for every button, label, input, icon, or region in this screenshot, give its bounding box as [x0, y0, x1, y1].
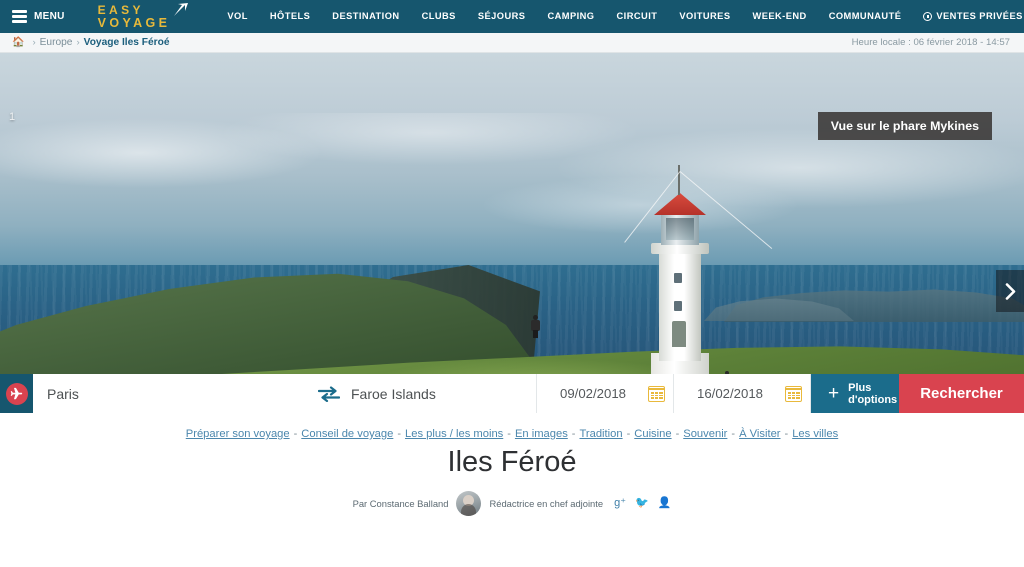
- calendar-icon[interactable]: [648, 385, 666, 402]
- swap-origin-destination-button[interactable]: [311, 374, 347, 413]
- search-depart-date-field[interactable]: 09/02/2018: [537, 374, 674, 413]
- section-link-conseil-de-voyage[interactable]: Conseil de voyage: [301, 428, 393, 440]
- link-separator: -: [293, 428, 298, 440]
- logo-line-1: EASY: [97, 2, 144, 17]
- section-link-preparer-son-voyage[interactable]: Préparer son voyage: [186, 428, 290, 440]
- google-plus-icon[interactable]: g⁺: [614, 498, 626, 509]
- search-return-date-field[interactable]: 16/02/2018: [674, 374, 811, 413]
- link-separator: -: [397, 428, 402, 440]
- link-separator: -: [784, 428, 789, 440]
- search-destination-field[interactable]: Faroe Islands: [347, 374, 537, 413]
- breadcrumb-separator: ›: [76, 37, 80, 48]
- section-link-souvenir[interactable]: Souvenir: [683, 428, 727, 440]
- link-separator: -: [675, 428, 680, 440]
- lighthouse-window: [674, 301, 682, 311]
- section-links: Préparer son voyage - Conseil de voyage - Le…: [0, 424, 1024, 442]
- nav-item-ventes-privees-label: VENTES PRIVÉES: [936, 11, 1023, 21]
- nav-item-ventes-privees[interactable]: VENTES PRIVÉES: [912, 0, 1024, 33]
- nav-item-voitures[interactable]: VOITURES: [668, 0, 741, 33]
- plane-icon: [5, 382, 28, 405]
- social-share-group: g⁺ 🐦 👤: [614, 498, 671, 509]
- menu-button-label: MENU: [34, 11, 65, 22]
- section-link-a-visiter[interactable]: À Visiter: [739, 428, 780, 440]
- top-navigation-bar: MENU EASY VOYAGE VOL HÔTELS DESTINATION …: [0, 0, 1024, 33]
- twitter-icon[interactable]: 🐦: [635, 498, 649, 509]
- search-depart-date-value: 09/02/2018: [560, 386, 627, 401]
- link-separator: -: [507, 428, 511, 440]
- nav-item-hotels[interactable]: HÔTELS: [259, 0, 321, 33]
- breadcrumb-item-current[interactable]: Voyage Iles Féroé: [84, 37, 170, 48]
- nav-item-communaute[interactable]: COMMUNAUTÉ: [818, 0, 913, 33]
- search-origin-value: Paris: [47, 385, 79, 402]
- menu-button[interactable]: MENU: [0, 0, 75, 33]
- page-title: Iles Féroé: [447, 446, 577, 478]
- hero-image-slider: 1 Vue sur le phare Mykines © Andrea Rico…: [0, 53, 1024, 413]
- lighthouse-lamp-room: [661, 213, 699, 245]
- hero-caption: Vue sur le phare Mykines: [817, 112, 992, 140]
- author-name: Par Constance Balland: [352, 498, 449, 509]
- search-bar: Paris Faroe Islands 09/02/2018 16/02/201…: [0, 374, 1024, 413]
- nav-item-destination[interactable]: DESTINATION: [321, 0, 410, 33]
- search-submit-button[interactable]: Rechercher: [899, 374, 1024, 413]
- section-link-en-images[interactable]: En images: [515, 428, 568, 440]
- link-separator: -: [571, 428, 576, 440]
- link-separator: -: [731, 428, 736, 440]
- nav-item-clubs[interactable]: CLUBS: [411, 0, 467, 33]
- profile-icon[interactable]: 👤: [658, 498, 672, 509]
- search-bar-plane-badge: [0, 374, 33, 413]
- author-role: Rédactrice en chef adjointe: [489, 498, 604, 509]
- link-separator: -: [626, 428, 631, 440]
- author-avatar: [456, 491, 482, 516]
- lighthouse-mast: [678, 165, 680, 195]
- section-link-cuisine[interactable]: Cuisine: [634, 428, 671, 440]
- nav-item-camping[interactable]: CAMPING: [536, 0, 605, 33]
- breadcrumb: 🏠 › Europe › Voyage Iles Féroé Heure loc…: [0, 33, 1024, 53]
- easyvoyage-logo[interactable]: EASY VOYAGE: [97, 2, 189, 32]
- home-icon[interactable]: 🏠: [12, 37, 24, 48]
- breadcrumb-separator: ›: [32, 37, 36, 48]
- hamburger-icon: [12, 10, 27, 23]
- section-link-les-plus-les-moins[interactable]: Les plus / les moins: [405, 428, 503, 440]
- main-navigation-links: VOL HÔTELS DESTINATION CLUBS SÉJOURS CAM…: [216, 0, 1024, 33]
- more-options-button[interactable]: + Plus d'options: [811, 374, 899, 413]
- plus-icon: +: [828, 383, 840, 404]
- hero-next-slide-button[interactable]: [996, 270, 1024, 312]
- chevron-right-icon: [1005, 282, 1015, 300]
- lighthouse-door: [672, 321, 686, 347]
- nav-item-vol[interactable]: VOL: [216, 0, 258, 33]
- logo-line-2: VOYAGE: [97, 15, 171, 30]
- search-destination-value: Faroe Islands: [351, 385, 436, 402]
- search-origin-field[interactable]: Paris: [33, 374, 311, 413]
- nav-item-week-end[interactable]: WEEK-END: [741, 0, 817, 33]
- hero-slide-counter: 1: [9, 111, 16, 123]
- article-byline: Par Constance Balland Rédactrice en chef…: [0, 491, 1024, 516]
- swap-arrows-icon: [318, 385, 340, 402]
- lighthouse-window: [674, 273, 682, 283]
- section-link-tradition[interactable]: Tradition: [579, 428, 622, 440]
- local-time-text: Heure locale : 06 février 2018 - 14:57: [851, 37, 1010, 48]
- page-content: EN BREF Préparer son voyage-Conseil de v…: [0, 413, 1024, 567]
- nav-item-circuit[interactable]: CIRCUIT: [606, 0, 669, 33]
- search-return-date-value: 16/02/2018: [697, 386, 764, 401]
- section-link-les-villes[interactable]: Les villes: [792, 428, 838, 440]
- calendar-icon[interactable]: [785, 385, 803, 402]
- clock-icon: [923, 12, 933, 21]
- breadcrumb-item-europe[interactable]: Europe: [40, 37, 73, 48]
- nav-item-sejours[interactable]: SÉJOURS: [467, 0, 537, 33]
- hero-person-standing: [531, 315, 540, 338]
- more-options-label: Plus d'options: [848, 381, 898, 406]
